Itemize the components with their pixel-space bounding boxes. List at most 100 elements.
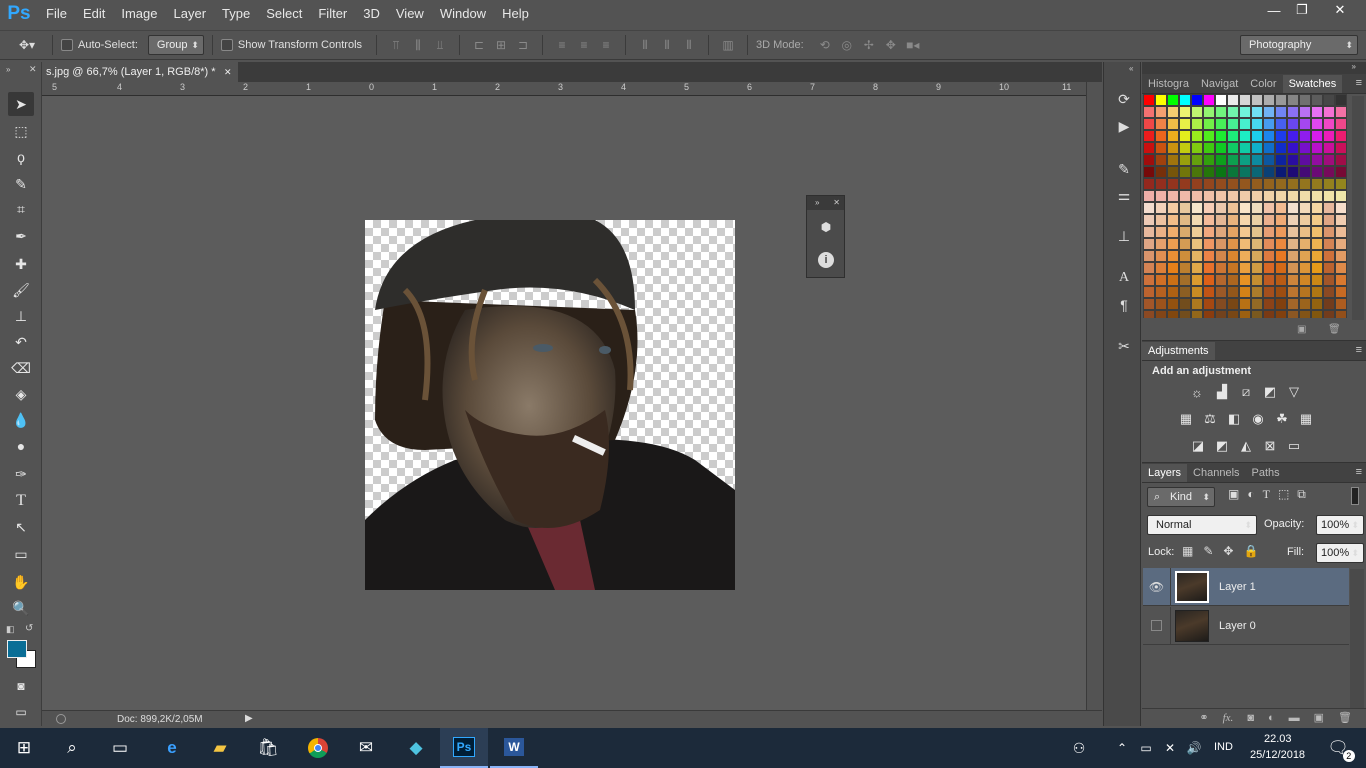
swatch[interactable]: [1311, 298, 1323, 310]
black-white-icon[interactable]: ◧: [1224, 409, 1244, 429]
3d-orbit-icon[interactable]: ⟲: [816, 36, 834, 54]
tab-adjustments[interactable]: Adjustments: [1142, 342, 1215, 360]
swatch[interactable]: [1227, 142, 1239, 154]
show-hidden-icons[interactable]: ⌃: [1110, 728, 1134, 768]
lock-image-icon[interactable]: ✎: [1203, 544, 1213, 558]
swatch[interactable]: [1203, 142, 1215, 154]
curves-icon[interactable]: ⧄: [1236, 382, 1256, 402]
gradient-map-icon[interactable]: ▭: [1284, 436, 1304, 456]
panel-menu-icon[interactable]: ≡: [1356, 344, 1362, 356]
swatch[interactable]: [1263, 94, 1275, 106]
swatch[interactable]: [1275, 94, 1287, 106]
tab-paths[interactable]: Paths: [1246, 464, 1286, 482]
swatch[interactable]: [1155, 106, 1167, 118]
menu-file[interactable]: File: [38, 0, 75, 28]
swatch[interactable]: [1251, 238, 1263, 250]
swatch[interactable]: [1179, 286, 1191, 298]
swatch[interactable]: [1311, 94, 1323, 106]
swatch[interactable]: [1299, 166, 1311, 178]
tab-color[interactable]: Color: [1244, 75, 1282, 93]
swatch[interactable]: [1239, 226, 1251, 238]
3d-pan-icon[interactable]: ✢: [860, 36, 878, 54]
swatch[interactable]: [1335, 286, 1347, 298]
swatch[interactable]: [1335, 130, 1347, 142]
fill-input[interactable]: 100%: [1316, 543, 1364, 563]
hand-tool-icon[interactable]: ✋: [8, 570, 34, 594]
swatch[interactable]: [1251, 274, 1263, 286]
swatch[interactable]: [1299, 130, 1311, 142]
swatch[interactable]: [1299, 214, 1311, 226]
swatch[interactable]: [1155, 178, 1167, 190]
align-top-icon[interactable]: ⫪: [387, 36, 405, 54]
swatch[interactable]: [1263, 118, 1275, 130]
swatch[interactable]: [1203, 286, 1215, 298]
swatch[interactable]: [1335, 310, 1347, 318]
expand-panel-icon[interactable]: »: [815, 198, 819, 207]
swatch[interactable]: [1167, 202, 1179, 214]
swatch[interactable]: [1251, 106, 1263, 118]
swatch[interactable]: [1179, 298, 1191, 310]
move-tool-icon[interactable]: ➤: [8, 92, 34, 116]
swatch[interactable]: [1299, 226, 1311, 238]
swatch[interactable]: [1155, 202, 1167, 214]
layer-filter-kind-dropdown[interactable]: ⌕ Kind: [1147, 487, 1215, 507]
layer-name[interactable]: Layer 1: [1219, 581, 1256, 593]
brush-tool-icon[interactable]: 🖌: [8, 278, 34, 302]
swatch[interactable]: [1215, 118, 1227, 130]
swatch[interactable]: [1311, 130, 1323, 142]
swatch[interactable]: [1287, 250, 1299, 262]
swatch[interactable]: [1263, 310, 1275, 318]
swatch[interactable]: [1215, 130, 1227, 142]
swatch[interactable]: [1215, 238, 1227, 250]
swatch[interactable]: [1323, 214, 1335, 226]
document-image[interactable]: [365, 220, 735, 590]
swatch[interactable]: [1239, 262, 1251, 274]
brush-presets-icon[interactable]: ⚌: [1113, 184, 1135, 206]
workspace-dropdown[interactable]: Photography: [1240, 35, 1358, 55]
swatch[interactable]: [1323, 274, 1335, 286]
lasso-tool-icon[interactable]: ϙ: [8, 145, 34, 169]
swatch[interactable]: [1179, 178, 1191, 190]
swatch[interactable]: [1323, 130, 1335, 142]
align-bottom-icon[interactable]: ⫫: [431, 36, 449, 54]
swatch[interactable]: [1287, 274, 1299, 286]
swatch[interactable]: [1311, 166, 1323, 178]
swatch[interactable]: [1263, 238, 1275, 250]
menu-help[interactable]: Help: [494, 0, 537, 28]
swatch[interactable]: [1227, 118, 1239, 130]
swatch[interactable]: [1167, 118, 1179, 130]
swatch[interactable]: [1203, 154, 1215, 166]
swatch[interactable]: [1323, 178, 1335, 190]
status-arrow-icon[interactable]: ▶: [245, 713, 253, 724]
distribute-vcenter-icon[interactable]: ≡: [575, 36, 593, 54]
swatch[interactable]: [1191, 190, 1203, 202]
people-icon[interactable]: ⚇: [1064, 728, 1094, 768]
swatch[interactable]: [1203, 310, 1215, 318]
swatch[interactable]: [1287, 154, 1299, 166]
selective-color-icon[interactable]: ⊠: [1260, 436, 1280, 456]
swatch[interactable]: [1323, 166, 1335, 178]
foreground-color-swatch[interactable]: [7, 640, 27, 658]
clone-source-icon[interactable]: ⊥: [1113, 225, 1135, 247]
swatch[interactable]: [1215, 298, 1227, 310]
file-explorer-icon[interactable]: ▰: [196, 728, 244, 768]
windows-start-icon[interactable]: ⊞: [0, 728, 48, 768]
swatch[interactable]: [1287, 106, 1299, 118]
swatch[interactable]: [1299, 178, 1311, 190]
invert-icon[interactable]: ◪: [1188, 436, 1208, 456]
history-brush-tool-icon[interactable]: ↶: [8, 330, 34, 354]
swatch[interactable]: [1311, 226, 1323, 238]
distribute-hcenter-icon[interactable]: ⦀: [658, 36, 676, 54]
swatch[interactable]: [1227, 310, 1239, 318]
swatch[interactable]: [1143, 238, 1155, 250]
swatch[interactable]: [1215, 178, 1227, 190]
swatch[interactable]: [1251, 190, 1263, 202]
close-toolbar-icon[interactable]: ✕: [29, 64, 37, 75]
swatch[interactable]: [1263, 154, 1275, 166]
swatch[interactable]: [1191, 154, 1203, 166]
swatch[interactable]: [1263, 178, 1275, 190]
swatch[interactable]: [1155, 298, 1167, 310]
status-menu-icon[interactable]: [56, 714, 66, 724]
swatch[interactable]: [1155, 190, 1167, 202]
swatch[interactable]: [1287, 142, 1299, 154]
